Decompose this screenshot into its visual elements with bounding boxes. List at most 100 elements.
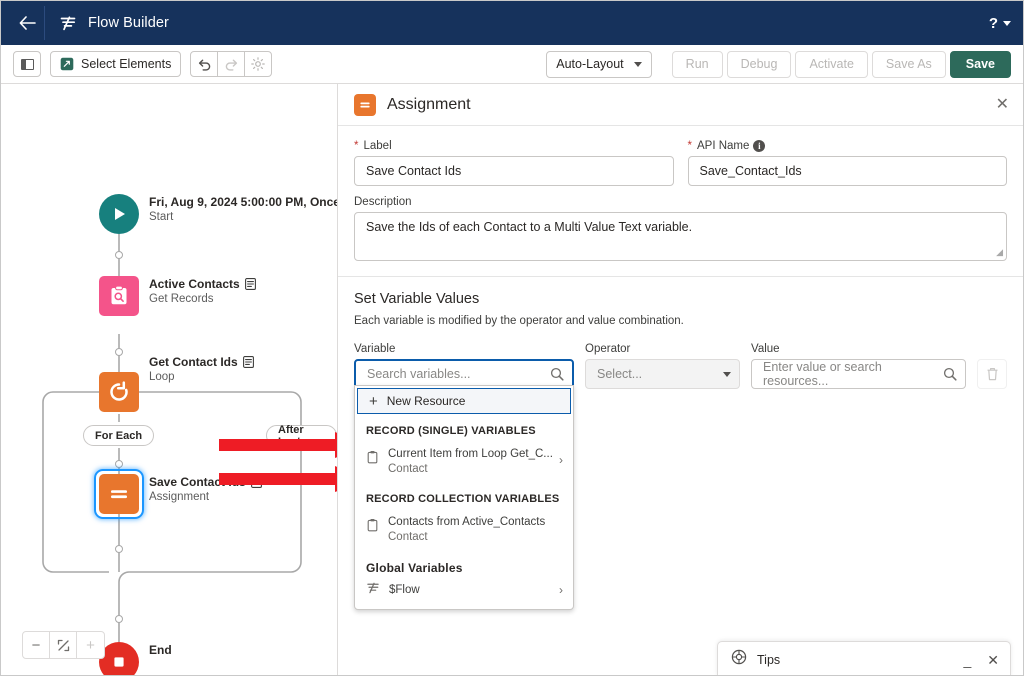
- search-icon: [550, 367, 564, 381]
- history-button-group: [190, 51, 273, 77]
- dropdown-item-current-item-loop[interactable]: Current Item from Loop Get_C... Contact …: [355, 437, 573, 482]
- chevron-down-icon: [1003, 20, 1011, 26]
- help-menu-button[interactable]: ?: [989, 15, 1011, 32]
- flow-node-get-records[interactable]: Active Contacts Get Records: [99, 276, 256, 316]
- dropdown-item-object: Contact: [388, 463, 428, 475]
- select-elements-button[interactable]: Select Elements: [50, 51, 182, 77]
- save-as-button: Save As: [871, 50, 946, 78]
- info-icon[interactable]: i: [753, 140, 766, 152]
- flow-settings-button[interactable]: [244, 51, 273, 77]
- flow-node-start-title: Fri, Aug 9, 2024 5:00:00 PM, Once: [149, 195, 338, 209]
- annotation-arrow-new-resource: [219, 466, 337, 492]
- close-icon[interactable]: ✕: [996, 96, 1009, 113]
- undo-icon: [198, 59, 211, 71]
- zoom-controls: − +: [22, 631, 105, 659]
- flow-canvas[interactable]: Fri, Aug 9, 2024 5:00:00 PM, Once Start: [1, 84, 338, 675]
- description-value: Save the Ids of each Contact to a Multi …: [366, 220, 693, 234]
- value-column: Value Enter value or search resources...: [751, 343, 966, 389]
- variable-label: Variable: [354, 343, 396, 355]
- assignment-equals-icon: [354, 93, 376, 116]
- new-resource-option[interactable]: + New Resource: [357, 388, 571, 414]
- chevron-right-icon[interactable]: ›: [559, 583, 563, 597]
- connector-add-dot[interactable]: [115, 251, 123, 259]
- tips-label: Tips: [757, 652, 781, 667]
- connector-add-dot[interactable]: [115, 460, 123, 468]
- flow-node-get-records-subtitle: Get Records: [149, 293, 214, 305]
- resize-handle-icon[interactable]: ◢: [996, 247, 1003, 258]
- flow-node-start-labels: Fri, Aug 9, 2024 5:00:00 PM, Once Start: [149, 194, 338, 223]
- annotation-arrow-variable-input: [219, 432, 337, 458]
- flow-node-get-records-labels: Active Contacts Get Records: [149, 276, 256, 305]
- flow-node-end-labels: End: [149, 642, 172, 657]
- close-icon[interactable]: ✕: [987, 653, 999, 667]
- assignment-properties-panel: Assignment ✕ * Label Save Contact Ids *: [338, 84, 1023, 675]
- assignment-equals-icon: [94, 469, 144, 519]
- connector-add-dot[interactable]: [115, 615, 123, 623]
- dropdown-item-object: Contact: [388, 531, 428, 543]
- save-button[interactable]: Save: [949, 50, 1011, 78]
- minimize-icon[interactable]: _: [963, 653, 971, 667]
- loop-refresh-icon: [99, 372, 139, 412]
- flow-node-end[interactable]: End: [99, 642, 172, 675]
- dropdown-item-name: Current Item from Loop Get_C...: [388, 448, 553, 460]
- help-question-icon: ?: [988, 14, 998, 32]
- flow-node-start-subtitle: Start: [149, 211, 174, 223]
- section-divider: [338, 276, 1023, 277]
- fit-to-view-button[interactable]: [50, 632, 77, 658]
- layout-mode-select[interactable]: Auto-Layout: [546, 50, 652, 78]
- dropdown-group-heading: Global Variables: [366, 561, 463, 575]
- description-field-label: Description: [354, 196, 412, 208]
- connector-add-dot[interactable]: [115, 348, 123, 356]
- node-description-icon: [244, 278, 256, 290]
- chevron-down-icon: [723, 371, 731, 377]
- chevron-down-icon: [633, 61, 642, 67]
- api-name-input[interactable]: Save_Contact_Ids: [687, 156, 1007, 186]
- end-stop-icon: [99, 642, 139, 675]
- zoom-out-button[interactable]: −: [23, 632, 50, 658]
- panel-title: Assignment: [387, 95, 471, 113]
- gear-icon: [251, 57, 266, 71]
- api-name-field-label: * API Name i: [688, 140, 1008, 152]
- select-elements-label: Select Elements: [81, 57, 172, 71]
- flow-node-loop-title: Get Contact Ids: [149, 355, 238, 369]
- get-records-clipboard-search-icon: [99, 276, 139, 316]
- flow-node-assignment-subtitle: Assignment: [149, 491, 210, 503]
- value-input[interactable]: Enter value or search resources...: [751, 359, 966, 389]
- label-field-label-text: Label: [363, 140, 392, 152]
- flow-node-start[interactable]: Fri, Aug 9, 2024 5:00:00 PM, Once Start: [99, 194, 338, 234]
- flow-node-loop[interactable]: Get Contact Ids Loop: [99, 355, 254, 412]
- dropdown-item-contacts-from-active[interactable]: Contacts from Active_Contacts Contact: [355, 505, 573, 550]
- workspace: Fri, Aug 9, 2024 5:00:00 PM, Once Start: [1, 84, 1023, 675]
- record-clipboard-icon: [366, 518, 379, 537]
- lifebuoy-help-icon: [731, 649, 747, 670]
- api-name-field-label-text: API Name: [696, 140, 750, 152]
- flow-node-loop-labels: Get Contact Ids Loop: [149, 354, 254, 383]
- flow-node-loop-subtitle: Loop: [149, 371, 175, 383]
- chevron-right-icon[interactable]: ›: [559, 453, 563, 467]
- activate-button: Activate: [795, 50, 868, 78]
- operator-select[interactable]: Select...: [585, 359, 740, 389]
- dropdown-item-flow-global[interactable]: $Flow ›: [355, 575, 573, 603]
- dropdown-item-name: Contacts from Active_Contacts: [388, 516, 546, 528]
- name-fields-row: * Label Save Contact Ids * API Name i Sa…: [354, 140, 1007, 186]
- toolbar: Select Elements Auto-Layout Run Debug Ac…: [1, 45, 1023, 84]
- label-field-group: * Label Save Contact Ids: [354, 140, 674, 186]
- tips-panel[interactable]: Tips _ ✕: [717, 641, 1011, 675]
- panel-header: Assignment ✕: [338, 84, 1023, 126]
- toggle-left-panel-button[interactable]: [13, 51, 41, 77]
- panel-body: * Label Save Contact Ids * API Name i Sa…: [338, 126, 1023, 389]
- new-resource-label: New Resource: [386, 394, 466, 408]
- value-placeholder: Enter value or search resources...: [763, 360, 882, 388]
- undo-button[interactable]: [190, 51, 219, 77]
- description-textarea[interactable]: Save the Ids of each Contact to a Multi …: [354, 212, 1007, 261]
- label-input[interactable]: Save Contact Ids: [354, 156, 674, 186]
- redo-button: [217, 51, 246, 77]
- branch-label-for-each[interactable]: For Each: [83, 425, 155, 446]
- back-button[interactable]: [11, 6, 45, 40]
- debug-button: Debug: [726, 50, 792, 78]
- top-navigation-bar: Flow Builder ?: [1, 1, 1023, 45]
- required-asterisk: *: [687, 140, 692, 152]
- toggle-left-panel-icon: [20, 58, 34, 70]
- connector-add-dot[interactable]: [115, 545, 123, 553]
- operator-label: Operator: [585, 343, 631, 355]
